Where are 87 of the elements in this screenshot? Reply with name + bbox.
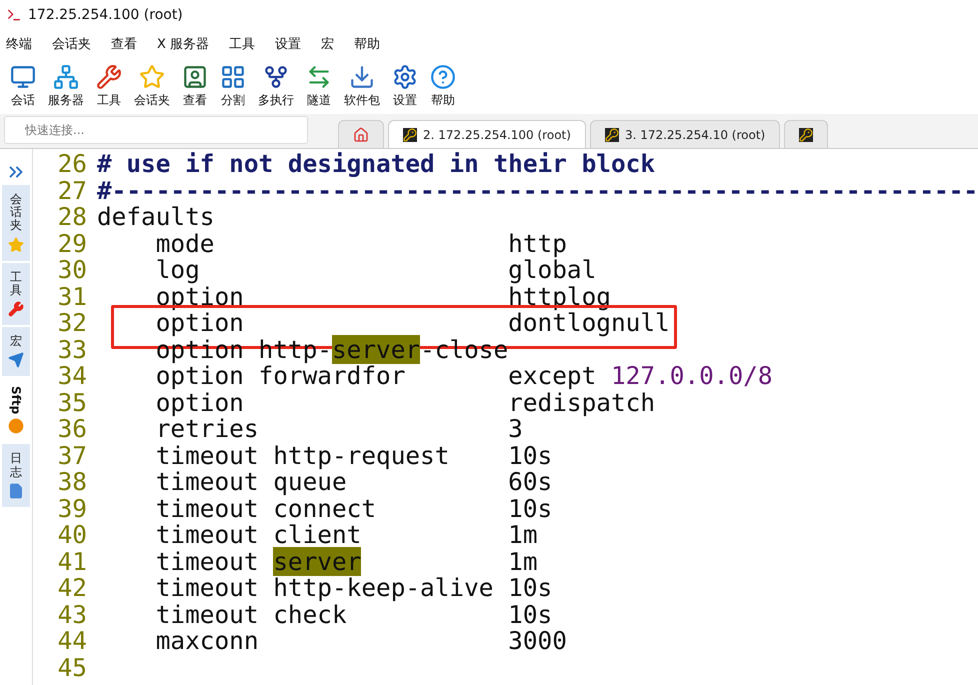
menu-item[interactable]: 工具 bbox=[229, 35, 256, 53]
toolbar-icon bbox=[53, 64, 79, 90]
line-number: 34 bbox=[56, 363, 87, 390]
code-line: # use if not designated in their block bbox=[97, 151, 656, 178]
side-tab-icon bbox=[8, 236, 24, 253]
toolbar-button[interactable]: 工具 bbox=[92, 62, 126, 110]
key-icon bbox=[604, 128, 619, 142]
code-line: timeout http-request 10s bbox=[154, 442, 552, 469]
key-icon bbox=[403, 128, 417, 142]
side-tab-icon bbox=[8, 352, 24, 368]
line-number: 43 bbox=[56, 602, 87, 628]
toolbar-button[interactable]: 查看 bbox=[178, 62, 212, 110]
code-line: option redispatch bbox=[154, 390, 656, 416]
line-number: 36 bbox=[56, 416, 87, 442]
menu-item[interactable]: 终端 bbox=[6, 35, 32, 53]
code-line: option forwardfor except 127.0.0.0/8 bbox=[154, 363, 772, 390]
code-line: retries 3 bbox=[154, 416, 523, 442]
code-line: timeout queue 60s bbox=[154, 469, 552, 496]
quick-connect-field[interactable]: 快速连接... bbox=[4, 116, 308, 144]
toolbar-button[interactable]: 软件包 bbox=[340, 62, 384, 110]
line-number: 30 bbox=[56, 257, 87, 284]
line-number: 26 bbox=[56, 151, 87, 178]
line-number: 33 bbox=[56, 336, 87, 363]
toolbar-button[interactable]: 隧道 bbox=[302, 62, 336, 110]
toolbar-icon bbox=[96, 64, 122, 90]
line-number: 29 bbox=[56, 230, 87, 257]
session-tab[interactable]: 2. 172.25.254.100 (root) bbox=[388, 120, 586, 148]
side-tab-icon bbox=[8, 300, 24, 317]
home-tab[interactable] bbox=[338, 120, 384, 148]
side-tab-icon bbox=[8, 418, 24, 434]
toolbar-icon bbox=[10, 64, 36, 90]
line-number: 42 bbox=[56, 575, 87, 602]
toolbar-icon bbox=[182, 64, 208, 90]
line-number: 35 bbox=[56, 390, 87, 416]
code-line: #----------------------------------------------------------- bbox=[97, 178, 978, 204]
menu-item[interactable]: 帮助 bbox=[354, 35, 380, 53]
code-line: mode http bbox=[154, 230, 567, 257]
session-tab[interactable] bbox=[784, 120, 828, 148]
code-line: defaults bbox=[97, 204, 214, 230]
code-line: option httplog bbox=[154, 284, 611, 310]
side-tab[interactable]: 宏 bbox=[2, 326, 30, 376]
key-icon bbox=[799, 128, 814, 142]
menu-item[interactable]: 查看 bbox=[111, 35, 137, 53]
code-line: timeout server 1m bbox=[154, 548, 538, 575]
toolbar-button[interactable]: 会话 bbox=[6, 62, 40, 110]
code-line: timeout connect 10s bbox=[154, 496, 552, 522]
toolbar-button[interactable]: 会话夹 bbox=[130, 62, 174, 110]
line-number: 37 bbox=[56, 442, 87, 469]
toolbar-button[interactable]: 设置 bbox=[388, 62, 422, 110]
toolbar-button[interactable]: 服务器 bbox=[44, 62, 88, 110]
help-icon bbox=[430, 64, 456, 90]
line-number: 27 bbox=[56, 178, 87, 204]
side-tab[interactable]: 日志 bbox=[2, 444, 30, 507]
app-logo-icon bbox=[6, 7, 22, 23]
code-line: log global bbox=[154, 257, 596, 284]
toolbar-button[interactable]: 多执行 bbox=[254, 62, 298, 110]
toolbar-icon bbox=[139, 64, 165, 90]
toolbar-icon bbox=[263, 64, 289, 90]
toolbar-icon bbox=[349, 64, 375, 90]
session-tab[interactable]: 3. 172.25.254.10 (root) bbox=[590, 120, 780, 148]
toolbar-button[interactable]: 帮助 bbox=[426, 62, 460, 110]
line-number: 31 bbox=[56, 284, 87, 310]
line-number: 32 bbox=[56, 310, 87, 336]
toolbar-button[interactable]: 分割 bbox=[216, 62, 250, 110]
code-line: maxconn 3000 bbox=[154, 628, 567, 654]
menu-item[interactable]: X 服务器 bbox=[157, 35, 210, 53]
menu-item[interactable]: 宏 bbox=[321, 35, 334, 53]
line-number: 39 bbox=[56, 496, 87, 522]
line-number: 28 bbox=[56, 204, 87, 230]
settings-icon bbox=[392, 64, 418, 90]
line-number: 41 bbox=[56, 548, 87, 575]
line-number: 38 bbox=[56, 469, 87, 496]
window-title: 172.25.254.100 (root) bbox=[28, 7, 183, 23]
menu-item[interactable]: 设置 bbox=[275, 35, 302, 53]
code-line: option dontlognull bbox=[154, 310, 670, 336]
side-tab[interactable]: 工具 bbox=[2, 262, 30, 325]
code-line: timeout http-keep-alive 10s bbox=[154, 575, 552, 602]
side-tab[interactable]: 会话夹 bbox=[2, 185, 30, 261]
home-icon bbox=[353, 126, 369, 142]
side-tab-icon bbox=[8, 482, 24, 499]
code-line: timeout check 10s bbox=[154, 602, 552, 628]
toolbar-icon bbox=[220, 64, 246, 90]
line-number: 44 bbox=[56, 628, 87, 654]
line-number: 40 bbox=[56, 522, 87, 548]
menu-item[interactable]: 会话夹 bbox=[52, 35, 91, 53]
code-line: timeout client 1m bbox=[154, 522, 538, 548]
line-number: 45 bbox=[56, 654, 87, 681]
